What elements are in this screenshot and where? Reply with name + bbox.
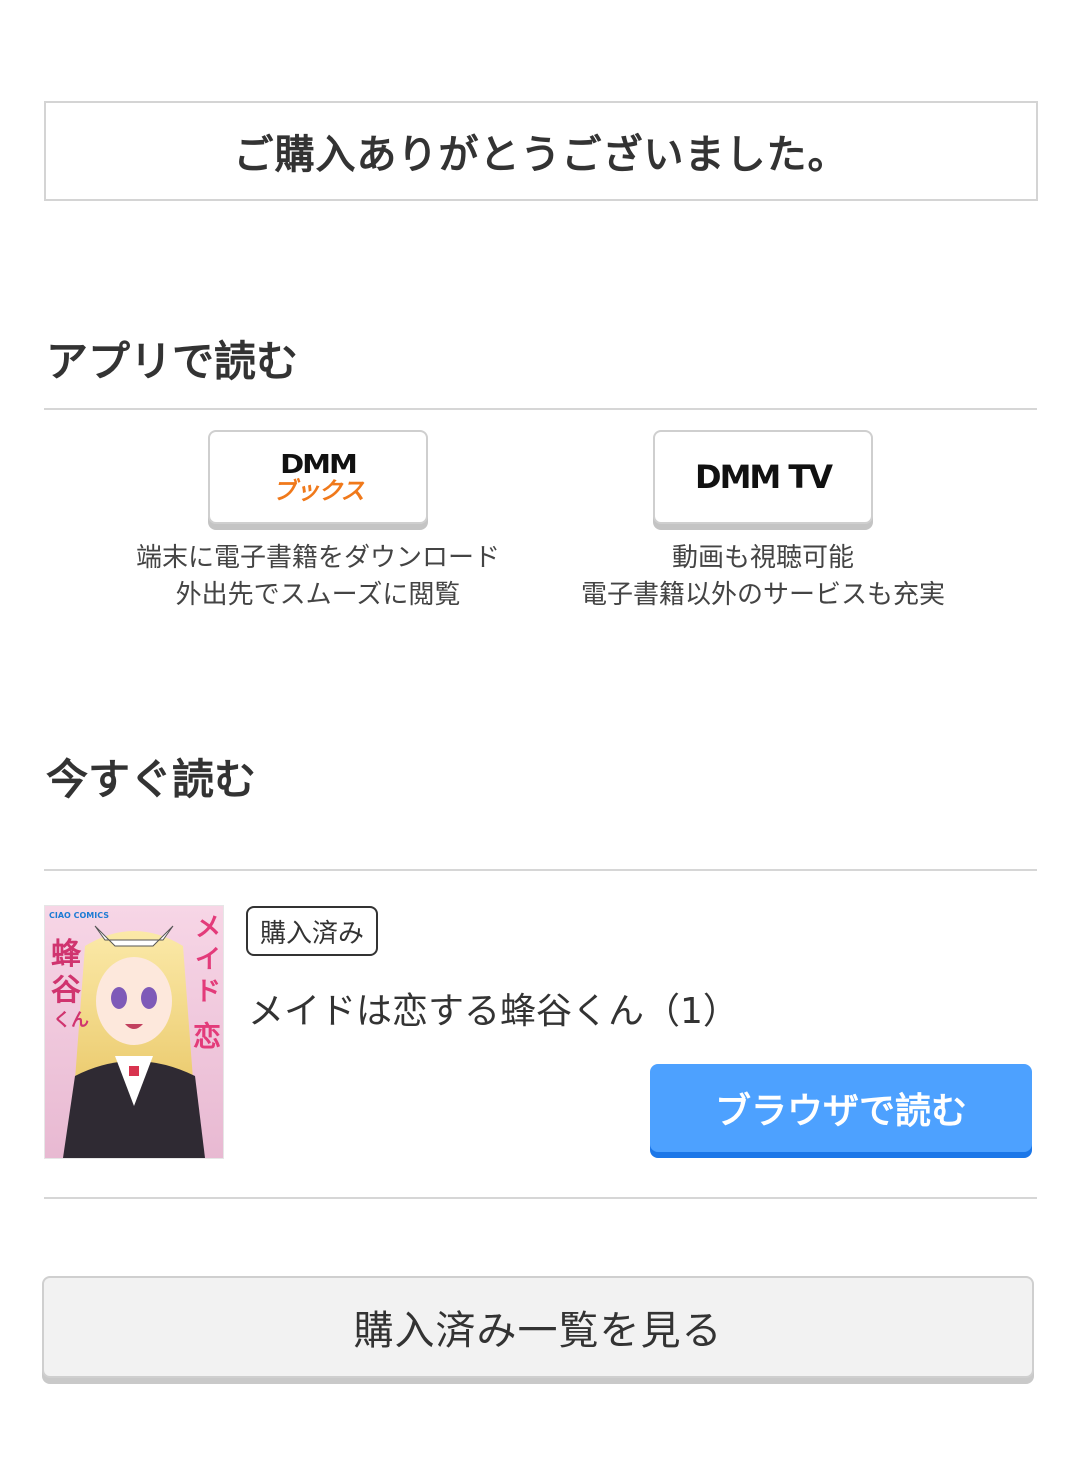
svg-text:ド: ド (195, 977, 221, 1007)
svg-text:蜂: 蜂 (51, 937, 82, 972)
dmm-tv-logo: DMM TV (695, 458, 833, 496)
book-cover-image[interactable]: メ イ ド 恋 蜂 谷 くん CIAO COMICS (44, 905, 224, 1159)
dmm-tv-desc-line1: 動画も視聴可能 (671, 543, 854, 573)
dmm-books-logo-top: DMM (280, 448, 358, 480)
app-section-title: アプリで読む (46, 337, 299, 386)
book-cover-illustration: メ イ ド 恋 蜂 谷 くん CIAO COMICS (45, 906, 223, 1158)
read-now-section-title: 今すぐ読む (46, 755, 257, 804)
svg-text:恋: 恋 (193, 1020, 221, 1053)
dmm-books-app-button[interactable]: DMM ブックス (208, 430, 428, 524)
svg-text:くん: くん (53, 1010, 89, 1031)
purchased-list-button[interactable]: 購入済み一覧を見る (42, 1276, 1034, 1378)
dmm-books-description: 端末に電子書籍をダウンロード 外出先でスムーズに閲覧 (88, 540, 548, 614)
dmm-books-desc-line1: 端末に電子書籍をダウンロード (135, 543, 500, 573)
dmm-tv-description: 動画も視聴可能 電子書籍以外のサービスも充実 (533, 540, 993, 614)
book-title[interactable]: メイドは恋する蜂谷くん（1） (248, 982, 739, 1034)
purchased-badge: 購入済み (246, 906, 379, 956)
thanks-message: ご購入ありがとうございました。 (44, 101, 1038, 201)
svg-text:メ: メ (195, 913, 221, 943)
dmm-books-desc-line2: 外出先でスムーズに閲覧 (175, 580, 461, 610)
divider (44, 1197, 1037, 1199)
divider (44, 408, 1037, 410)
read-in-browser-button[interactable]: ブラウザで読む (650, 1064, 1032, 1152)
svg-text:イ: イ (195, 945, 221, 975)
dmm-tv-app-button[interactable]: DMM TV (653, 430, 873, 524)
svg-text:谷: 谷 (51, 973, 81, 1008)
svg-text:CIAO COMICS: CIAO COMICS (49, 911, 109, 920)
dmm-tv-desc-line2: 電子書籍以外のサービスも充実 (580, 580, 945, 610)
dmm-books-logo-bottom: ブックス (272, 477, 364, 505)
divider (44, 869, 1037, 871)
